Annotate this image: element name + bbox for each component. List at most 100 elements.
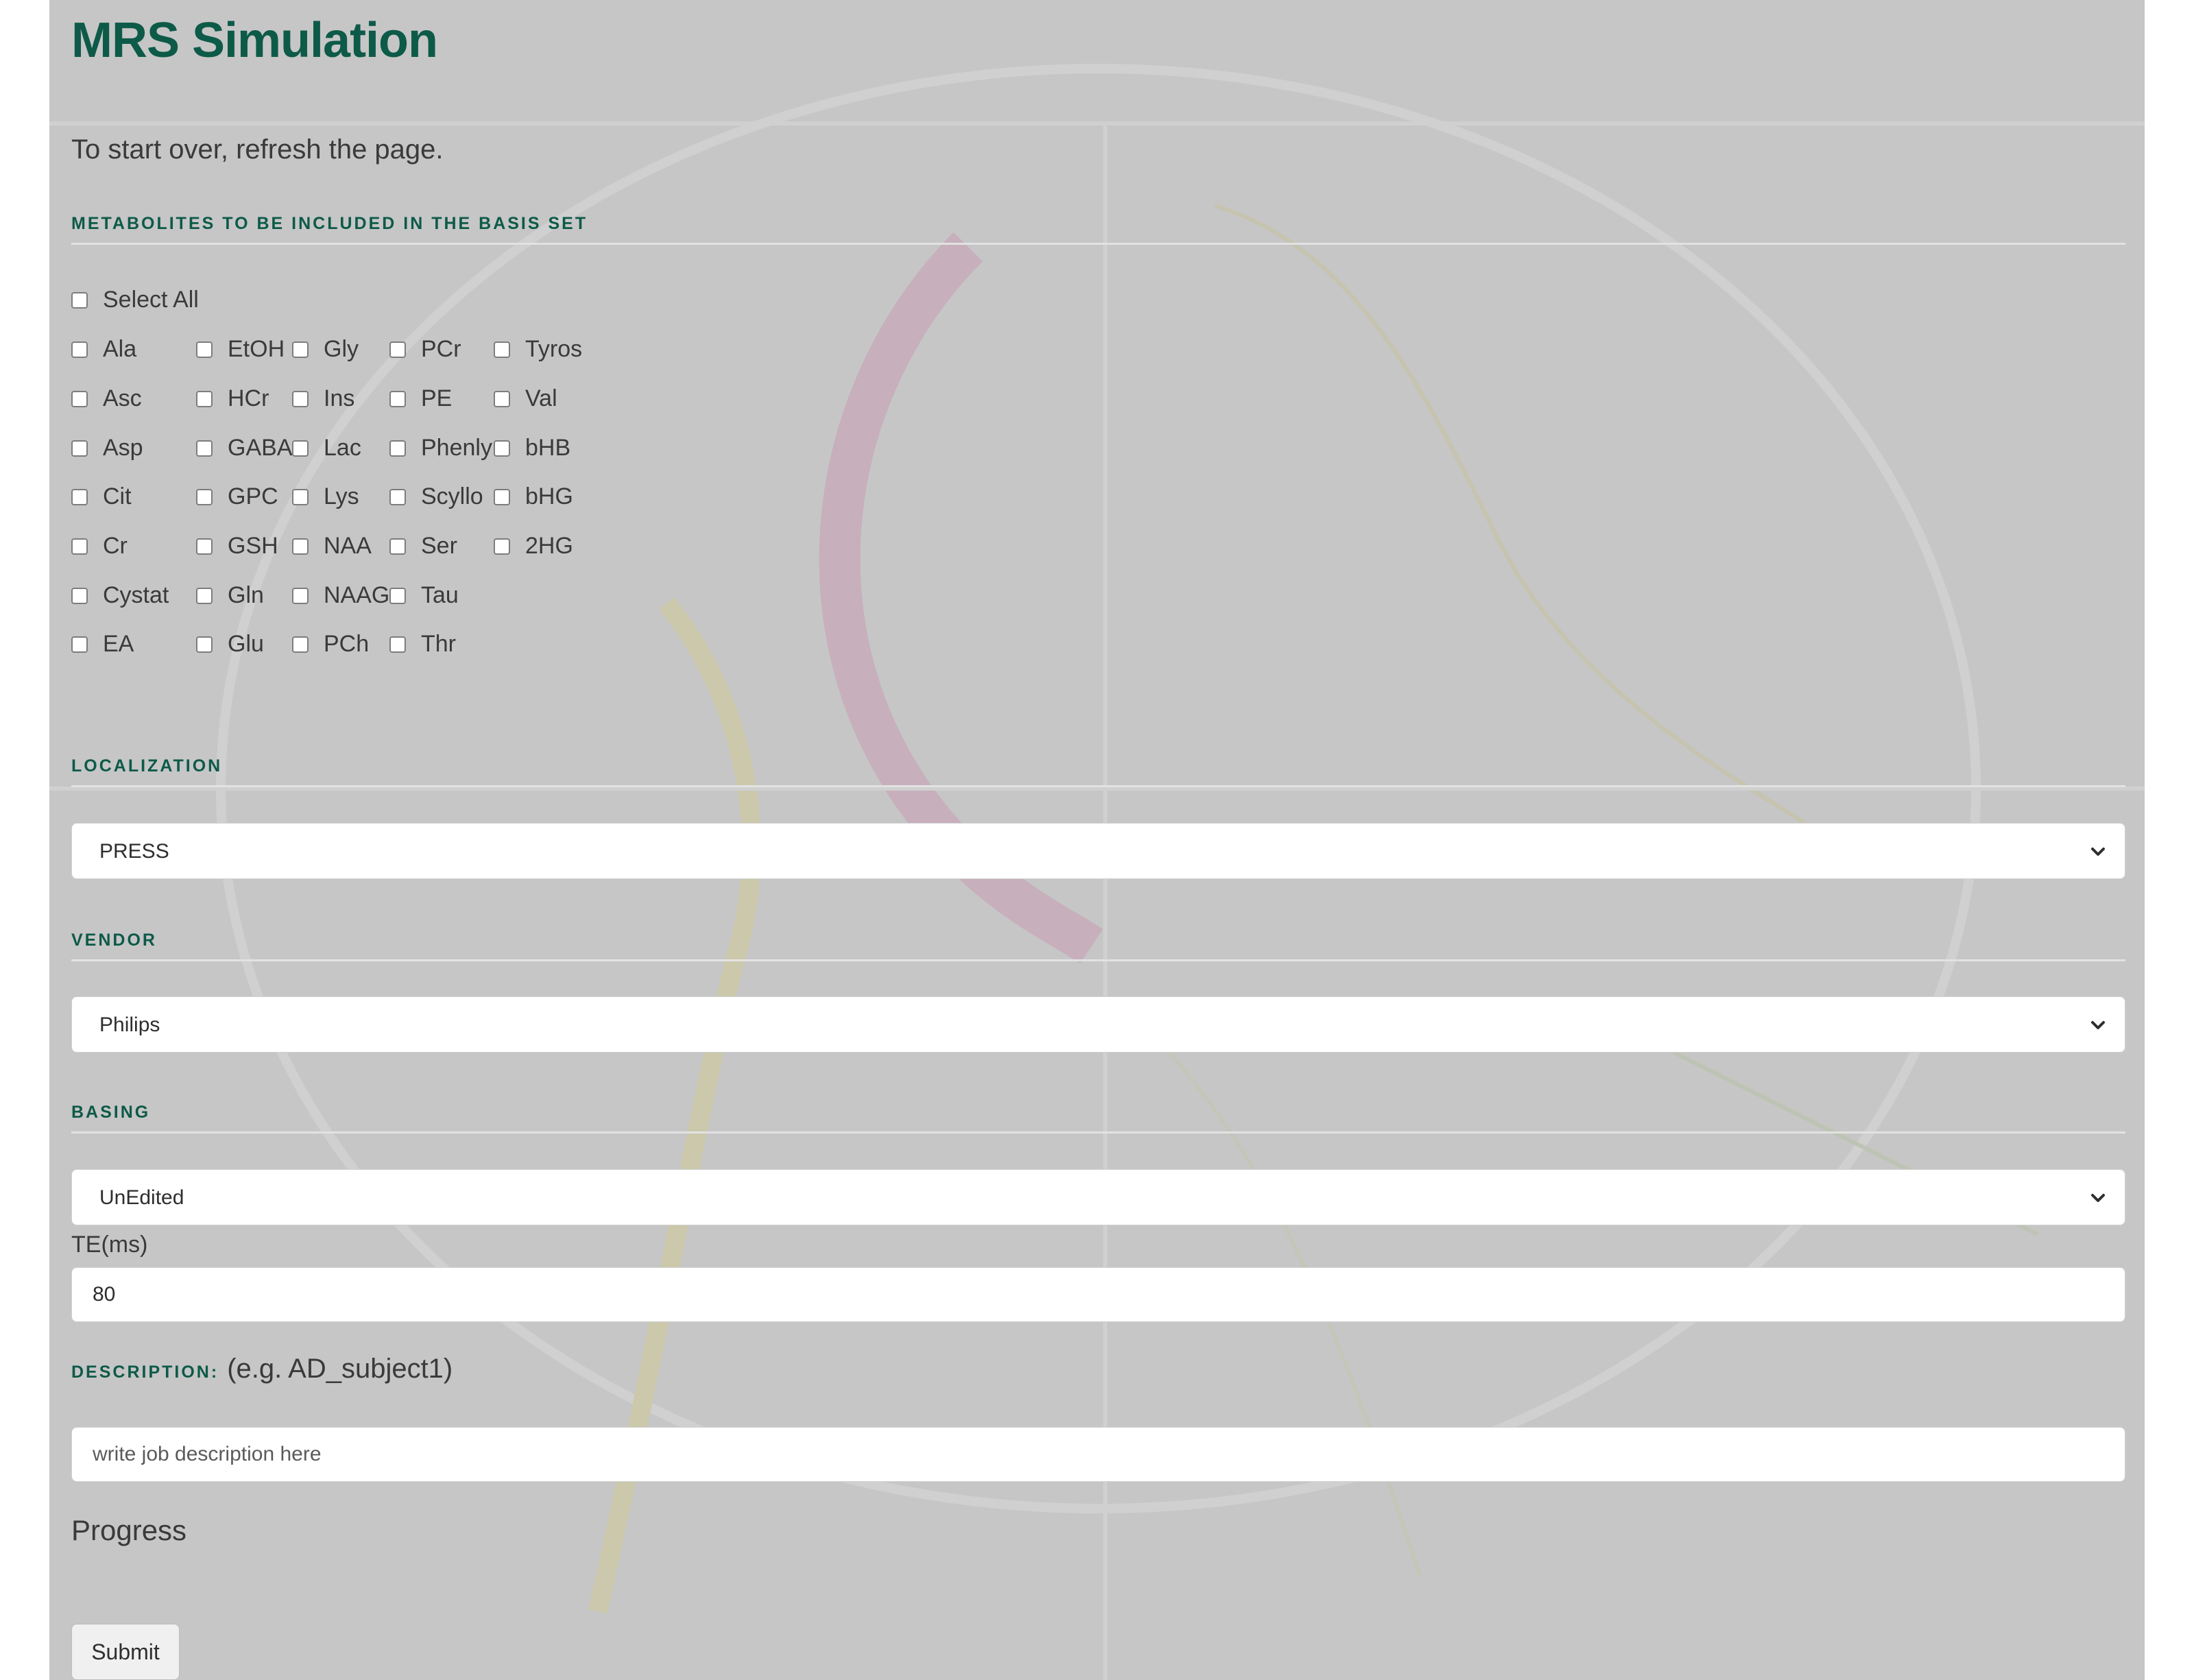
metabolite-label: bHB — [525, 435, 571, 461]
metabolite-checkbox[interactable] — [196, 390, 213, 407]
metabolite-checkbox[interactable] — [196, 636, 213, 653]
metabolite-checkbox[interactable] — [71, 440, 88, 457]
description-hint: (e.g. AD_subject1) — [227, 1354, 453, 1384]
metabolite-checkbox[interactable] — [494, 341, 510, 358]
metabolite-option[interactable]: GPC — [196, 483, 278, 510]
metabolite-option[interactable]: Tyros — [494, 336, 582, 363]
metabolite-checkbox[interactable] — [389, 440, 406, 457]
metabolite-checkbox[interactable] — [71, 538, 88, 555]
metabolite-checkbox[interactable] — [71, 390, 88, 407]
metabolite-label: Val — [525, 385, 557, 411]
metabolite-option[interactable]: Gly — [292, 336, 359, 363]
metabolite-option[interactable]: PCh — [292, 631, 369, 658]
metabolite-checkbox[interactable] — [292, 587, 309, 604]
metabolite-checkbox[interactable] — [292, 636, 309, 653]
metabolite-label: Gly — [324, 336, 359, 362]
metabolite-checkbox[interactable] — [389, 341, 406, 358]
metabolite-checkbox[interactable] — [71, 341, 88, 358]
metabolite-option[interactable]: Phenly — [389, 435, 492, 461]
metabolite-checkbox[interactable] — [494, 488, 510, 505]
metabolite-checkbox[interactable] — [494, 538, 510, 555]
metabolite-checkbox[interactable] — [494, 390, 510, 407]
metabolite-label: Phenly — [421, 435, 492, 461]
metabolites-section-label: Metabolites to be included in the Basis … — [71, 214, 588, 233]
metabolite-option[interactable]: GABA — [196, 435, 292, 461]
metabolite-option[interactable]: Gln — [196, 582, 264, 609]
metabolite-option[interactable]: Cit — [71, 483, 132, 510]
metabolite-checkbox[interactable] — [389, 636, 406, 653]
metabolite-option[interactable]: NAAG — [292, 582, 389, 609]
metabolite-option[interactable]: Ser — [389, 533, 457, 560]
metabolite-option[interactable]: Asc — [71, 385, 142, 412]
metabolite-label: Tau — [421, 582, 459, 608]
metabolite-label: GABA — [228, 435, 293, 461]
basing-select[interactable]: UnEdited — [71, 1169, 2125, 1225]
metabolite-checkbox[interactable] — [196, 341, 213, 358]
metabolite-label: GPC — [228, 483, 278, 509]
metabolite-checkbox[interactable] — [389, 390, 406, 407]
metabolite-option[interactable]: Tau — [389, 582, 459, 609]
metabolite-checkbox[interactable] — [71, 587, 88, 604]
form-panel: MRS Simulation To start over, refresh th… — [49, 0, 2145, 1680]
metabolite-checkbox[interactable] — [292, 488, 309, 505]
metabolite-option[interactable]: Scyllo — [389, 483, 483, 510]
metabolite-checkbox[interactable] — [196, 538, 213, 555]
vendor-section-label: Vendor — [71, 931, 157, 950]
basing-divider — [71, 1131, 2125, 1133]
submit-button[interactable]: Submit — [71, 1624, 180, 1680]
metabolite-label: EA — [103, 631, 134, 657]
metabolite-checkbox[interactable] — [389, 538, 406, 555]
metabolite-option[interactable]: PE — [389, 385, 452, 412]
metabolite-label: Cystat — [103, 582, 169, 608]
metabolite-checkbox[interactable] — [196, 488, 213, 505]
metabolite-option[interactable]: EtOH — [196, 336, 285, 363]
basing-selected-value: UnEdited — [99, 1186, 184, 1209]
metabolite-checkbox[interactable] — [292, 538, 309, 555]
metabolite-checkbox[interactable] — [196, 587, 213, 604]
basing-section-label: Basing — [71, 1103, 151, 1122]
metabolite-label: Ins — [324, 385, 355, 411]
metabolite-checkbox[interactable] — [494, 440, 510, 457]
metabolite-option[interactable]: Lac — [292, 435, 361, 461]
metabolite-option[interactable]: Ins — [292, 385, 354, 412]
metabolite-label: EtOH — [228, 336, 285, 362]
metabolite-option[interactable]: bHG — [494, 483, 573, 510]
metabolite-option[interactable]: 2HG — [494, 533, 573, 560]
metabolite-option[interactable]: Asp — [71, 435, 143, 461]
metabolite-option[interactable]: Ala — [71, 336, 136, 363]
select-all-checkbox[interactable] — [71, 291, 88, 309]
te-label: TE(ms) — [71, 1232, 148, 1258]
localization-select[interactable]: PRESS — [71, 823, 2125, 879]
metabolite-checkbox[interactable] — [292, 341, 309, 358]
metabolite-checkbox[interactable] — [389, 587, 406, 604]
metabolite-option[interactable]: Thr — [389, 631, 456, 658]
metabolite-option[interactable]: Lys — [292, 483, 359, 510]
metabolite-label: Scyllo — [421, 483, 483, 509]
te-input[interactable] — [71, 1267, 2125, 1322]
description-input[interactable] — [71, 1427, 2125, 1482]
metabolite-checkbox[interactable] — [292, 390, 309, 407]
metabolite-checkbox[interactable] — [71, 636, 88, 653]
select-all-option[interactable]: Select All — [71, 287, 199, 313]
metabolite-option[interactable]: bHB — [494, 435, 570, 461]
metabolite-checkbox[interactable] — [196, 440, 213, 457]
metabolite-label: 2HG — [525, 533, 573, 559]
metabolite-checkbox[interactable] — [292, 440, 309, 457]
metabolite-option[interactable]: HCr — [196, 385, 269, 412]
metabolite-label: Ser — [421, 533, 457, 559]
metabolite-option[interactable]: PCr — [389, 336, 461, 363]
metabolite-option[interactable]: Cystat — [71, 582, 169, 609]
select-all-label: Select All — [103, 287, 199, 313]
metabolite-checkbox[interactable] — [389, 488, 406, 505]
intro-text: To start over, refresh the page. — [71, 134, 444, 165]
metabolite-option[interactable]: Val — [494, 385, 557, 412]
metabolite-checkbox[interactable] — [71, 488, 88, 505]
metabolite-option[interactable]: EA — [71, 631, 134, 658]
metabolite-option[interactable]: GSH — [196, 533, 278, 560]
metabolite-label: Gln — [228, 582, 264, 608]
vendor-select[interactable]: Philips — [71, 996, 2125, 1053]
metabolite-label: Glu — [228, 631, 264, 657]
metabolite-option[interactable]: NAA — [292, 533, 372, 560]
metabolite-option[interactable]: Cr — [71, 533, 128, 560]
metabolite-option[interactable]: Glu — [196, 631, 264, 658]
